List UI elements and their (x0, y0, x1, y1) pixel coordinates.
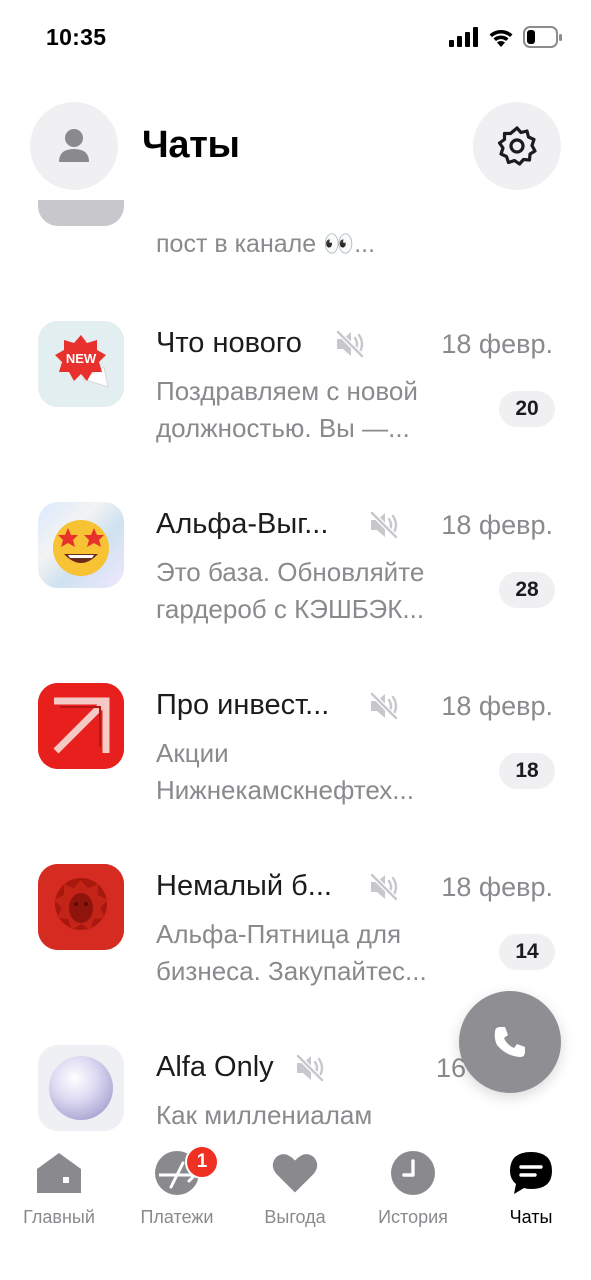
muted-icon (369, 510, 399, 540)
tab-payments[interactable]: 1 Платежи (118, 1145, 236, 1239)
tab-benefits[interactable]: Выгода (236, 1149, 354, 1239)
chat-name: Alfa Only (156, 1051, 274, 1083)
settings-button[interactable] (473, 102, 561, 190)
svg-text:NEW: NEW (66, 351, 97, 366)
heart-icon (271, 1149, 319, 1197)
chat-row-partial[interactable]: пост в канале 👀... (0, 200, 591, 280)
chat-preview: пост в канале 👀... (156, 230, 376, 258)
chat-name: Немалый б... (156, 870, 332, 902)
chat-icon (507, 1149, 555, 1197)
chat-preview: Как миллениалам (156, 1100, 373, 1130)
chat-preview: Это база. Обновляйте гардероб с КЭШБЭК..… (156, 557, 425, 624)
tab-label: Выгода (264, 1207, 326, 1227)
user-icon (59, 129, 89, 162)
tab-chats[interactable]: Чаты (472, 1149, 590, 1239)
star-eyes-emoji-icon (38, 502, 124, 588)
muted-icon (295, 1053, 325, 1083)
invest-arrow-icon (38, 683, 124, 769)
chat-name: Что нового (156, 327, 302, 359)
tab-label: История (378, 1207, 448, 1227)
chat-preview: Акции Нижнекамскнефтех... (156, 738, 414, 805)
chat-date: 18 февр. (441, 329, 553, 359)
tab-label: Главный (23, 1207, 95, 1227)
muted-icon (369, 872, 399, 902)
tab-home[interactable]: Главный (0, 1149, 118, 1239)
payments-icon: 1 (153, 1145, 219, 1197)
chat-avatar (38, 200, 124, 226)
chat-date: 18 февр. (441, 872, 553, 902)
gear-icon (497, 126, 537, 166)
chat-preview: Поздравляем с новой должностью. Вы —... (156, 376, 418, 443)
status-bar: 10:35 (0, 0, 591, 76)
unread-badge: 18 (499, 753, 555, 789)
chat-name: Альфа-Выг... (156, 508, 329, 540)
chat-row-whats-new[interactable]: NEW Что нового 18 февр. Поздравляем с но… (0, 321, 591, 502)
battery-icon (523, 26, 562, 48)
call-button[interactable] (459, 991, 561, 1093)
page-title: Чаты (142, 124, 240, 166)
status-icons (449, 26, 563, 48)
home-icon (35, 1149, 83, 1197)
chat-date: 18 февр. (441, 691, 553, 721)
signal-icon (449, 27, 478, 47)
unread-badge: 14 (499, 934, 555, 970)
chat-date: 18 февр. (441, 510, 553, 540)
pearl-icon (38, 1045, 124, 1131)
tab-history[interactable]: История (354, 1149, 472, 1239)
tab-label: Чаты (509, 1207, 553, 1227)
unread-badge: 28 (499, 572, 555, 608)
new-sticker-icon: NEW (38, 321, 124, 407)
chat-row-alfa-vygoda[interactable]: Альфа-Выг... 18 февр. Это база. Обновляй… (0, 502, 591, 683)
profile-avatar-button[interactable] (30, 102, 118, 190)
wifi-icon (489, 29, 513, 47)
status-time: 10:35 (46, 24, 107, 50)
unread-badge: 20 (499, 391, 555, 427)
chat-row-pro-invest[interactable]: Про инвест... 18 февр. Акции Нижнекамскн… (0, 683, 591, 864)
lion-icon (38, 864, 124, 950)
tab-bar: Главный 1 Платежи Выгода История Чаты (0, 1135, 591, 1280)
tab-label: Платежи (140, 1207, 214, 1227)
muted-icon (369, 691, 399, 721)
chat-name: Про инвест... (156, 689, 330, 721)
payments-badge: 1 (185, 1145, 219, 1179)
phone-icon (494, 1027, 525, 1057)
muted-icon (335, 329, 365, 359)
header: Чаты (0, 100, 591, 192)
chat-preview: Альфа-Пятница для бизнеса. Закупайтес... (156, 919, 427, 986)
clock-icon (389, 1149, 437, 1197)
